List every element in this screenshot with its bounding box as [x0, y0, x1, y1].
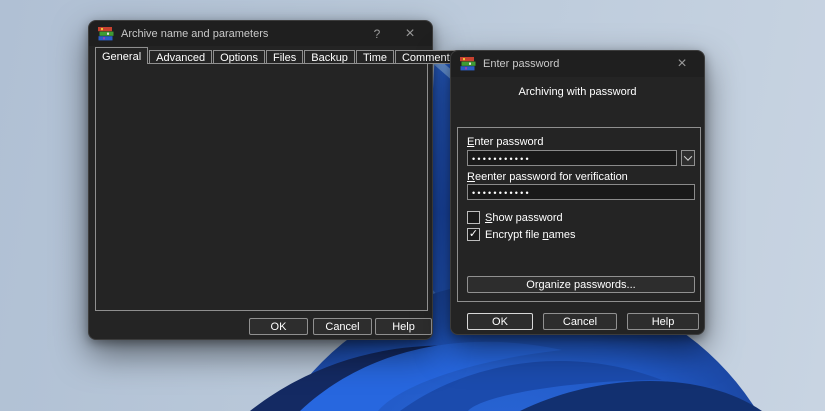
show-password-label[interactable]: Show password	[485, 212, 563, 224]
help-button[interactable]: Help	[375, 318, 432, 335]
winrar-icon	[98, 27, 114, 41]
show-password-checkbox[interactable]	[467, 211, 480, 224]
archiving-with-password-text: Archiving with password	[451, 86, 704, 98]
close-icon[interactable]: ×	[669, 57, 695, 71]
enter-password-label: Enter password	[467, 136, 543, 148]
encrypt-file-names-label[interactable]: Encrypt file names	[485, 229, 576, 241]
tab-files[interactable]: Files	[266, 50, 303, 64]
tab-options[interactable]: Options	[213, 50, 265, 64]
winrar-icon	[460, 57, 476, 71]
chevron-down-icon	[684, 152, 692, 160]
ok-button[interactable]: OK	[249, 318, 308, 335]
reenter-password-label: Reenter password for verification	[467, 171, 628, 183]
password-dialog-titlebar[interactable]: Enter password ×	[451, 51, 704, 77]
reenter-password-input[interactable]: •••••••••••	[467, 184, 695, 200]
cancel-button[interactable]: Cancel	[313, 318, 372, 335]
close-icon[interactable]: ×	[397, 27, 423, 41]
tab-advanced[interactable]: Advanced	[149, 50, 212, 64]
help-button[interactable]: Help	[627, 313, 699, 330]
tab-backup[interactable]: Backup	[304, 50, 355, 64]
cancel-button[interactable]: Cancel	[543, 313, 617, 330]
tab-comment[interactable]: Comment	[395, 50, 457, 64]
archive-dialog: Archive name and parameters ? × General …	[88, 20, 433, 340]
tab-strip: General Advanced Options Files Backup Ti…	[95, 48, 458, 64]
tab-time[interactable]: Time	[356, 50, 394, 64]
encrypt-file-names-checkbox[interactable]: ✓	[467, 228, 480, 241]
ok-button[interactable]: OK	[467, 313, 533, 330]
enter-password-dialog: Enter password × Archiving with password…	[450, 50, 705, 335]
archive-dialog-titlebar[interactable]: Archive name and parameters ? ×	[89, 21, 432, 46]
enter-password-input[interactable]: •••••••••••	[467, 150, 677, 166]
help-titlebar-button[interactable]: ?	[364, 27, 390, 41]
general-tab-pane	[95, 63, 428, 311]
password-dropdown-button[interactable]	[681, 150, 695, 166]
tab-general[interactable]: General	[95, 47, 148, 64]
password-dialog-title: Enter password	[483, 58, 662, 70]
archive-dialog-title: Archive name and parameters	[121, 28, 357, 40]
organize-passwords-button[interactable]: Organize passwords...	[467, 276, 695, 293]
